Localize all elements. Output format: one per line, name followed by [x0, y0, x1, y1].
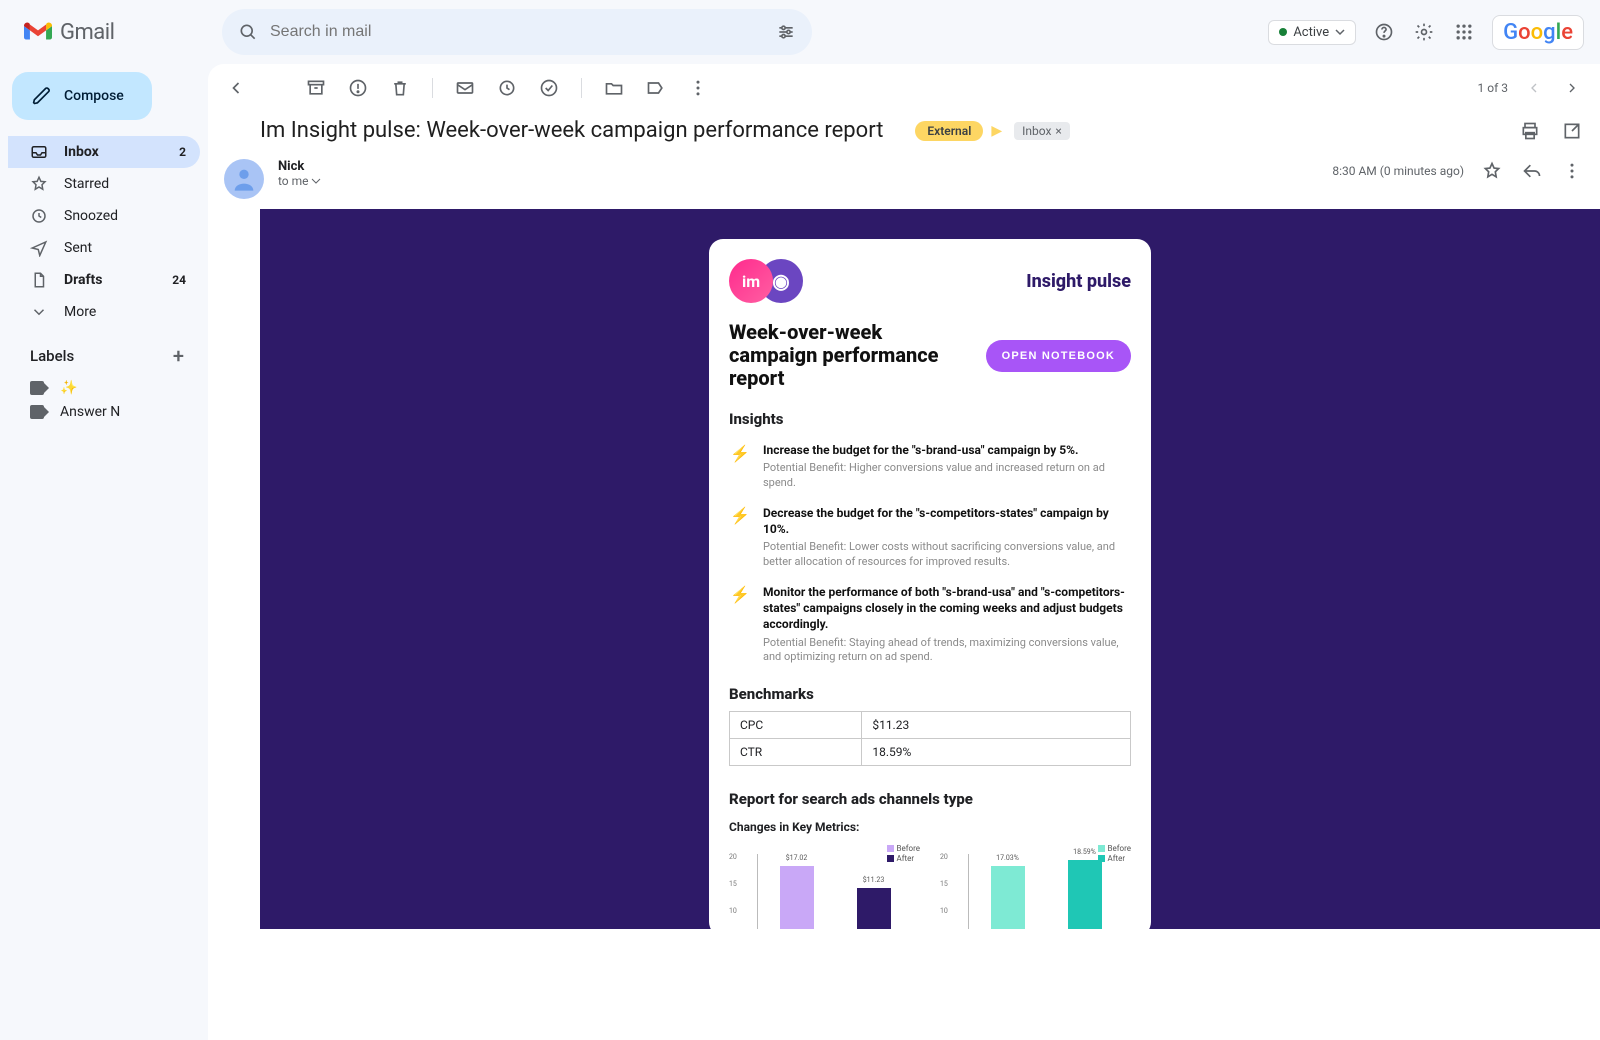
apps-icon[interactable]: [1452, 20, 1476, 44]
insight-item: ⚡ Decrease the budget for the "s-competi…: [729, 505, 1131, 570]
labels-button[interactable]: [644, 76, 668, 100]
email-body: im ◉ Insight pulse Week-over-week campai…: [260, 209, 1600, 929]
ctr-chart: BeforeAfter 20 15 10 17.03% 18.59%: [940, 846, 1131, 929]
archive-button[interactable]: [304, 76, 328, 100]
subject-row: Im Insight pulse: Week-over-week campaig…: [208, 112, 1600, 155]
label-icon: [30, 405, 44, 419]
send-icon: [30, 239, 48, 257]
report-section-header: Report for search ads channels type: [729, 790, 1131, 808]
chevron-down-icon: [311, 176, 321, 186]
gmail-wordmark: Gmail: [60, 20, 114, 45]
subject-text: Im Insight pulse: Week-over-week campaig…: [260, 118, 883, 143]
sidebar: Compose Inbox2 Starred Snoozed Sent Draf…: [0, 64, 208, 1040]
google-logo[interactable]: Google: [1492, 15, 1584, 50]
status-dot-icon: [1279, 28, 1287, 36]
lightning-icon: ⚡: [729, 442, 751, 464]
move-to-button[interactable]: [602, 76, 626, 100]
inbox-icon: [30, 143, 48, 161]
back-button[interactable]: [224, 76, 248, 100]
add-task-button[interactable]: [537, 76, 561, 100]
lightning-icon: ⚡: [729, 584, 751, 606]
benchmarks-table: CPC$11.23 CTR18.59%: [729, 711, 1131, 766]
star-icon: [30, 175, 48, 193]
reply-button[interactable]: [1520, 159, 1544, 183]
message-toolbar: 1 of 3: [208, 64, 1600, 112]
table-row: CTR18.59%: [730, 739, 1131, 766]
label-item-sparkle[interactable]: ✨: [8, 376, 200, 400]
search-icon: [238, 22, 258, 42]
status-chip[interactable]: Active: [1268, 20, 1356, 45]
snooze-button[interactable]: [495, 76, 519, 100]
next-button[interactable]: [1560, 76, 1584, 100]
star-message-button[interactable]: [1480, 159, 1504, 183]
compose-button[interactable]: Compose: [12, 72, 152, 120]
settings-icon[interactable]: [1412, 20, 1436, 44]
message-time: 8:30 AM (0 minutes ago): [1332, 164, 1464, 178]
chevron-down-icon: [1335, 27, 1345, 37]
mark-unread-button[interactable]: [453, 76, 477, 100]
tune-icon[interactable]: [776, 22, 796, 42]
im-logo-icon: im: [729, 259, 773, 303]
sidebar-item-snoozed[interactable]: Snoozed: [8, 200, 200, 232]
pencil-icon: [32, 86, 52, 106]
message-header: Nick to me 8:30 AM (0 minutes ago): [208, 155, 1600, 209]
sender-name: Nick: [278, 159, 321, 174]
insight-item: ⚡ Increase the budget for the "s-brand-u…: [729, 442, 1131, 491]
gmail-logo[interactable]: Gmail: [16, 20, 206, 45]
sender-block: Nick to me: [278, 159, 321, 188]
prev-button[interactable]: [1522, 76, 1546, 100]
toolbar-separator: [581, 78, 582, 98]
label-item-answer-n[interactable]: Answer N: [8, 400, 200, 424]
search-input[interactable]: [270, 23, 764, 41]
compose-label: Compose: [64, 88, 124, 104]
sidebar-item-more[interactable]: More: [8, 296, 200, 328]
open-new-window-button[interactable]: [1560, 119, 1584, 143]
draft-icon: [30, 271, 48, 289]
help-icon[interactable]: [1372, 20, 1396, 44]
topbar-right: Active Google: [1268, 15, 1584, 50]
more-button[interactable]: [686, 76, 710, 100]
message-more-button[interactable]: [1560, 159, 1584, 183]
changes-header: Changes in Key Metrics:: [729, 820, 1131, 834]
table-row: CPC$11.23: [730, 712, 1131, 739]
report-title: Week-over-week campaign performance repo…: [729, 321, 969, 390]
brand-logos: im ◉: [729, 259, 803, 303]
spam-button[interactable]: [346, 76, 370, 100]
benchmarks-header: Benchmarks: [729, 685, 1131, 703]
recipient-line[interactable]: to me: [278, 174, 321, 188]
lightning-icon: ⚡: [729, 505, 751, 527]
insight-item: ⚡ Monitor the performance of both "s-bra…: [729, 584, 1131, 665]
inbox-chip[interactable]: Inbox×: [1014, 122, 1070, 140]
sidebar-item-starred[interactable]: Starred: [8, 168, 200, 200]
delete-button[interactable]: [388, 76, 412, 100]
insight-pulse-label: Insight pulse: [1026, 271, 1131, 292]
sender-avatar[interactable]: [224, 159, 264, 199]
status-label: Active: [1293, 25, 1329, 40]
external-chip: External: [915, 121, 983, 141]
open-notebook-button[interactable]: OPEN NOTEBOOK: [986, 340, 1131, 372]
toolbar-separator: [432, 78, 433, 98]
label-icon: [30, 381, 44, 395]
add-label-button[interactable]: +: [173, 344, 184, 368]
chip-arrow-icon: ▶: [991, 123, 1002, 139]
sidebar-item-inbox[interactable]: Inbox2: [8, 136, 200, 168]
labels-header: Labels +: [8, 328, 200, 376]
insights-header: Insights: [729, 410, 1131, 428]
chevron-down-icon: [30, 303, 48, 321]
sidebar-item-sent[interactable]: Sent: [8, 232, 200, 264]
print-button[interactable]: [1518, 119, 1542, 143]
cpc-chart: BeforeAfter 20 15 10 $17.02 $11.23: [729, 846, 920, 929]
sidebar-item-drafts[interactable]: Drafts24: [8, 264, 200, 296]
topbar: Gmail Active Google: [0, 0, 1600, 64]
main-panel: 1 of 3 Im Insight pulse: Week-over-week …: [208, 64, 1600, 1040]
clock-icon: [30, 207, 48, 225]
search-bar[interactable]: [222, 9, 812, 55]
report-card: im ◉ Insight pulse Week-over-week campai…: [709, 239, 1151, 929]
pagination-label: 1 of 3: [1478, 81, 1508, 95]
charts-row: BeforeAfter 20 15 10 $17.02 $11.23 Befor…: [729, 846, 1131, 929]
gmail-icon: [24, 21, 52, 43]
